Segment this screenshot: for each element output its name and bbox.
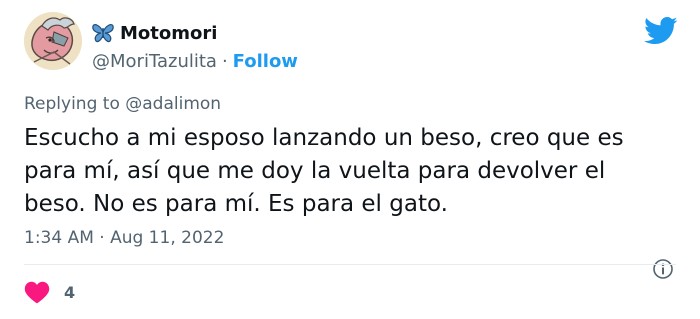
avatar[interactable] (24, 12, 82, 70)
divider (24, 264, 676, 265)
user-handle[interactable]: @MoriTazulita (92, 51, 217, 72)
name-row[interactable]: Motomori (92, 20, 298, 46)
twitter-bird-icon[interactable] (644, 16, 678, 46)
replying-prefix: Replying to (24, 94, 126, 114)
follow-button[interactable]: Follow (233, 51, 298, 72)
like-count: 4 (64, 282, 76, 302)
separator-dot: · (221, 50, 228, 72)
like-row[interactable]: 4 (24, 280, 75, 304)
handle-row: @MoriTazulita · Follow (92, 47, 298, 75)
info-icon[interactable] (652, 258, 674, 280)
user-block: Motomori @MoriTazulita · Follow (92, 20, 298, 75)
avatar-illustration (24, 12, 82, 70)
butterfly-icon (92, 23, 114, 43)
replying-to: Replying to @adalimon (24, 94, 221, 114)
heart-icon[interactable] (24, 280, 50, 304)
tweet-timestamp[interactable]: 1:34 AM · Aug 11, 2022 (24, 228, 224, 248)
display-name[interactable]: Motomori (120, 23, 217, 44)
tweet-text: Escucho a mi esposo lanzando un beso, cr… (24, 125, 624, 217)
replying-to-handle[interactable]: @adalimon (125, 94, 221, 114)
tweet-card: Motomori @MoriTazulita · Follow Replying… (0, 0, 700, 319)
